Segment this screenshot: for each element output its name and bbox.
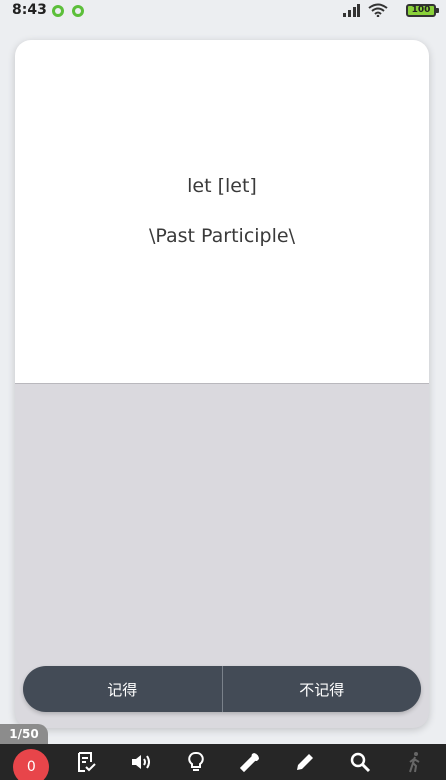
answer-button-bar: 记得 不记得	[23, 666, 421, 712]
hd-signal-icon	[343, 4, 360, 17]
status-time: 8:43	[12, 2, 47, 18]
word-text: let [let]	[187, 175, 257, 197]
status-bar: 8:43 100	[0, 0, 446, 24]
bottom-toolbar: 0	[0, 744, 446, 780]
pencil-icon	[297, 754, 314, 770]
battery-icon: 100	[406, 4, 439, 17]
speaker-icon	[131, 755, 150, 769]
edit-button[interactable]	[287, 744, 323, 780]
count-tool[interactable]: 0	[13, 744, 50, 780]
settings-button[interactable]	[232, 744, 268, 780]
checklist-button[interactable]	[68, 744, 104, 780]
battery-level: 100	[411, 5, 431, 15]
count-badge: 0	[13, 749, 50, 780]
flashcard[interactable]: let [let] \Past Participle\	[15, 40, 429, 728]
word-form-text: \Past Participle\	[149, 225, 295, 247]
checklist-icon	[78, 752, 96, 772]
hint-button[interactable]	[178, 744, 214, 780]
wifi-icon	[368, 3, 388, 17]
wrench-icon	[240, 753, 260, 773]
walk-button[interactable]	[397, 744, 433, 780]
progress-indicator: 1/50	[0, 724, 48, 744]
lightbulb-icon	[187, 751, 204, 771]
search-icon	[350, 752, 370, 773]
notification-icon	[52, 5, 64, 17]
forget-button[interactable]: 不记得	[223, 666, 422, 712]
notification-icon	[72, 5, 84, 17]
walk-icon	[408, 752, 420, 773]
card-front: let [let] \Past Participle\	[15, 40, 429, 384]
remember-button[interactable]: 记得	[23, 666, 222, 712]
flashcard-screen: 8:43 100 let [let] \Past Participle\ 记得 …	[0, 0, 446, 780]
search-button[interactable]	[342, 744, 378, 780]
status-icons: 100	[326, 3, 439, 19]
speaker-button[interactable]	[123, 744, 159, 780]
